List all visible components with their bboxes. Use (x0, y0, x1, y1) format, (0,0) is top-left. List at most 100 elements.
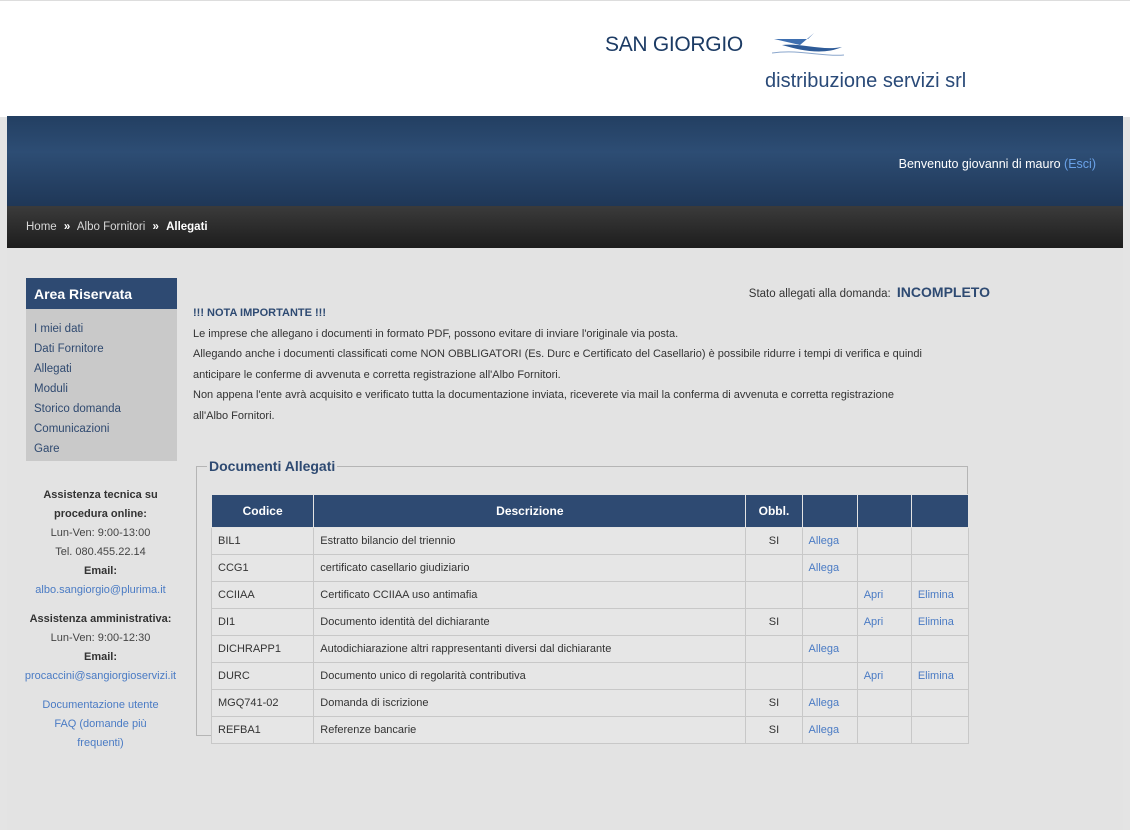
table-row: CCG1 certificato casellario giudiziario … (210, 554, 970, 582)
main-content: Area Riservata I miei dati Dati Fornitor… (7, 248, 1123, 830)
breadcrumb-albo-fornitori[interactable]: Albo Fornitori (77, 221, 145, 233)
notice-line: Allegando anche i documenti classificati… (193, 348, 922, 360)
sidebar-title: Area Riservata (26, 278, 177, 309)
delete-link (910, 527, 970, 555)
attach-link[interactable]: Allega (801, 716, 858, 744)
delete-link[interactable]: Elimina (910, 662, 970, 690)
tech-email-link[interactable]: albo.sangiorgio@plurima.it (7, 581, 194, 600)
delete-link (910, 716, 970, 744)
breadcrumb-home[interactable]: Home (26, 221, 57, 233)
table-row: DICHRAPP1 Autodichiarazione altri rappre… (210, 635, 970, 663)
delete-link[interactable]: Elimina (910, 608, 970, 636)
cell-description: Autodichiarazione altri rappresentanti d… (313, 635, 747, 663)
cell-description: Documento unico di regolarità contributi… (313, 662, 747, 690)
cell-required (745, 581, 803, 609)
cell-code: DURC (210, 662, 315, 690)
sidebar-item-dati-fornitore[interactable]: Dati Fornitore (26, 339, 177, 359)
cell-required: SI (745, 689, 803, 717)
sidebar-menu: I miei dati Dati Fornitore Allegati Modu… (26, 309, 177, 461)
cell-required (745, 635, 803, 663)
delete-link (910, 635, 970, 663)
cell-required: SI (745, 527, 803, 555)
sidebar-item-storico-domanda[interactable]: Storico domanda (26, 399, 177, 419)
cell-code: CCIIAA (210, 581, 315, 609)
attach-link (801, 581, 858, 609)
notice-line: Le imprese che allegano i documenti in f… (193, 327, 679, 340)
tech-support-title: Assistenza tecnica su (43, 489, 158, 501)
column-header-delete (910, 494, 970, 528)
cell-description: Referenze bancarie (313, 716, 747, 744)
open-link[interactable]: Apri (856, 662, 912, 690)
documents-table: Codice Descrizione Obbl. BIL1 Estratto b… (210, 494, 970, 744)
column-header-open (856, 494, 912, 528)
cell-code: MGQ741-02 (210, 689, 315, 717)
assistance-info: Assistenza tecnica su procedura online: … (7, 486, 194, 753)
welcome-message: Benvenuto giovanni di mauro (Esci) (899, 157, 1096, 171)
column-header-attach (801, 494, 858, 528)
open-link (856, 716, 912, 744)
sidebar-item-miei-dati[interactable]: I miei dati (26, 319, 177, 339)
cell-description: Documento identità del dichiarante (313, 608, 747, 636)
cell-required (745, 662, 803, 690)
open-link[interactable]: Apri (856, 608, 912, 636)
cell-required: SI (745, 608, 803, 636)
admin-email-label: Email: (83, 651, 117, 663)
company-logo[interactable]: SAN GIORGIO distribuzione servizi srl (605, 27, 1005, 97)
notice-line: Non appena l'ente avrà acquisito e verif… (193, 389, 894, 401)
breadcrumb-separator: » (63, 221, 71, 233)
breadcrumb-separator: » (152, 221, 159, 233)
user-documentation-link[interactable]: Documentazione utente (7, 696, 194, 715)
cell-code: DICHRAPP1 (210, 635, 315, 663)
important-notice: !!! NOTA IMPORTANTE !!! Le imprese che a… (193, 303, 993, 426)
cell-code: DI1 (210, 608, 315, 636)
welcome-text: Benvenuto giovanni di mauro (898, 157, 1061, 171)
cell-code: BIL1 (210, 527, 315, 555)
open-link (856, 527, 912, 555)
breadcrumb-current: Allegati (166, 221, 208, 233)
open-link[interactable]: Apri (856, 581, 912, 609)
open-link (856, 689, 912, 717)
column-header-description: Descrizione (313, 494, 747, 528)
tech-support-hours: Lun-Ven: 9:00-13:00 (50, 527, 151, 539)
sidebar-item-moduli[interactable]: Moduli (26, 379, 177, 399)
attach-link[interactable]: Allega (801, 635, 858, 663)
notice-line: anticipare le conferme di avvenuta e cor… (193, 368, 561, 381)
documents-fieldset: Documenti Allegati Codice Descrizione Ob… (196, 458, 970, 744)
sidebar-item-allegati[interactable]: Allegati (26, 359, 177, 379)
logo-line1: SAN GIORGIO (605, 33, 743, 56)
sidebar-title-text: Area Riservata (34, 286, 133, 302)
admin-support-hours: Lun-Ven: 9:00-12:30 (50, 632, 151, 644)
faq-link[interactable]: FAQ (domande più (7, 715, 194, 734)
attach-link[interactable]: Allega (801, 554, 858, 582)
cell-code: REFBA1 (210, 716, 315, 744)
table-row: DI1 Documento identità del dichiarante S… (210, 608, 970, 636)
cell-required (745, 554, 803, 582)
table-row: MGQ741-02 Domanda di iscrizione SI Alleg… (210, 689, 970, 717)
tech-support-phone: Tel. 080.455.22.14 (55, 546, 146, 558)
attach-link[interactable]: Allega (801, 527, 858, 555)
attach-link (801, 608, 858, 636)
admin-support-title: Assistenza amministrativa: (29, 613, 172, 625)
logout-link[interactable]: (Esci) (1064, 157, 1096, 171)
notice-line: all'Albo Fornitori. (193, 409, 275, 422)
column-header-required: Obbl. (745, 494, 803, 528)
attach-link[interactable]: Allega (801, 689, 858, 717)
cell-description: Domanda di iscrizione (313, 689, 747, 717)
delete-link (910, 554, 970, 582)
admin-email-link[interactable]: procaccini@sangiorgioservizi.it (7, 667, 194, 686)
column-header-code: Codice (210, 494, 315, 528)
open-link (856, 554, 912, 582)
sidebar-item-gare[interactable]: Gare (26, 439, 177, 459)
table-row: CCIIAA Certificato CCIIAA uso antimafia … (210, 581, 970, 609)
delete-link[interactable]: Elimina (910, 581, 970, 609)
top-header: SAN GIORGIO distribuzione servizi srl (0, 0, 1130, 117)
status-label: Stato allegati alla domanda: (748, 288, 891, 300)
logo-line2: distribuzione servizi srl (765, 70, 967, 92)
breadcrumb: Home » Albo Fornitori » Allegati (7, 206, 1123, 248)
faq-link-cont[interactable]: frequenti) (7, 734, 194, 753)
sidebar-item-comunicazioni[interactable]: Comunicazioni (26, 419, 177, 439)
status-badge: INCOMPLETO (896, 284, 990, 300)
attach-link (801, 662, 858, 690)
